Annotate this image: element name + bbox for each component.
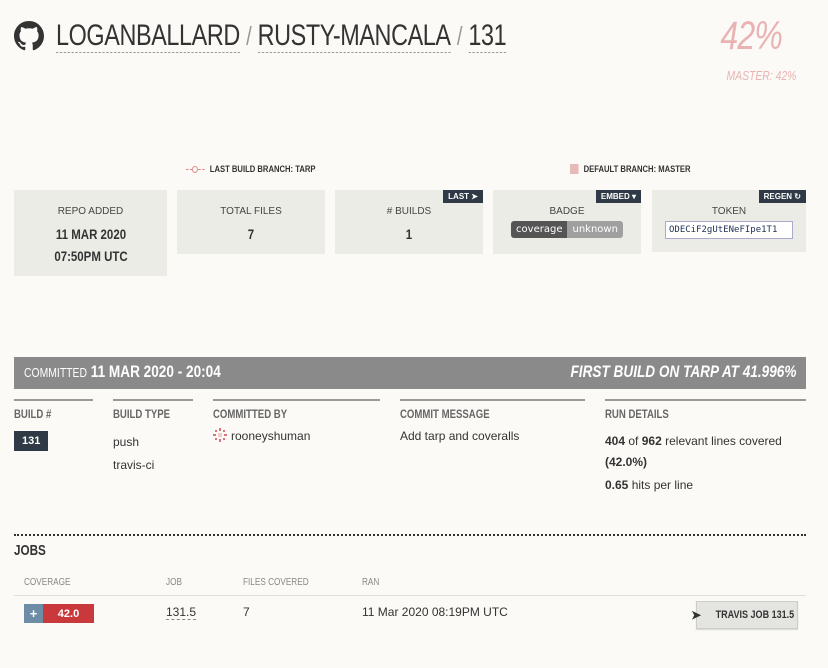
legend-default-branch-label: DEFAULT BRANCH: MASTER [583, 164, 691, 174]
builds-box: LAST ➤ # BUILDS 1 [335, 190, 483, 254]
build-type-col: BUILD TYPE push travis-ci [113, 399, 193, 477]
dashed-line-icon [186, 164, 205, 174]
committed-by-head: COMMITTED BY [213, 407, 288, 421]
total-files-box: TOTAL FILES 7 [177, 190, 325, 254]
repo-link[interactable]: RUSTY-MANCALA [257, 19, 451, 53]
col-files-header: FILES COVERED [243, 577, 309, 588]
build-number-col: BUILD # 131 [14, 399, 93, 451]
build-type-head: BUILD TYPE [113, 407, 171, 421]
job-coverage-badge: + 42.0 [24, 604, 94, 623]
col-job-header: JOB [166, 577, 182, 588]
badge-box: EMBED ▾ BADGE coverage unknown [493, 190, 641, 254]
first-build-info: FIRST BUILD ON TARP AT 41.996% [570, 362, 796, 381]
lines-percent: (42.0%) [605, 455, 648, 469]
github-icon[interactable] [14, 21, 44, 51]
embed-tag[interactable]: EMBED ▾ [595, 190, 641, 203]
jobs-title: JOBS [14, 542, 46, 559]
repo-added-value: 11 MAR 2020 07:50PM UTC [53, 226, 128, 264]
build-type-service: travis-ci [113, 458, 155, 472]
build-type-body: push travis-ci [113, 431, 193, 477]
run-details-head: RUN DETAILS [605, 407, 669, 421]
job-ran-time: 11 Mar 2020 08:19PM UTC [362, 605, 508, 619]
build-number-head: BUILD # [14, 407, 52, 421]
owner-link[interactable]: LOGANBALLARD [56, 19, 240, 53]
master-coverage: MASTER: 42% [726, 68, 796, 83]
badge-right: unknown [567, 221, 623, 238]
avatar [213, 428, 227, 442]
committer-name[interactable]: rooneyshuman [231, 429, 310, 443]
build-type-event: push [113, 435, 140, 449]
table-row-divider [14, 595, 806, 596]
commit-message: Add tarp and coveralls [400, 429, 520, 443]
badge-label: BADGE [549, 206, 585, 217]
lines-covered: 404 of 962 relevant lines covered [605, 434, 782, 448]
arrow-right-circle-icon: ➤ [471, 192, 478, 201]
builds-label: # BUILDS [386, 206, 432, 217]
breadcrumb-separator: / [246, 21, 252, 51]
committed-by-col: COMMITTED BY rooneyshuman [213, 399, 380, 448]
arrow-right-circle-icon: ➤ [691, 608, 702, 622]
job-coverage-value: 42.0 [43, 604, 94, 623]
job-link-cell: 131.5 [166, 605, 197, 620]
legend-last-build-label: LAST BUILD BRANCH: TARP [209, 164, 316, 174]
col-coverage-header: COVERAGE [24, 577, 71, 588]
job-link[interactable]: 131.5 [166, 605, 197, 620]
repo-added-label: REPO ADDED [57, 206, 124, 217]
run-details-body: 404 of 962 relevant lines covered (42.0%… [605, 431, 806, 496]
repo-added-box: REPO ADDED 11 MAR 2020 07:50PM UTC [14, 190, 167, 276]
badge-left: coverage [511, 221, 568, 238]
plus-icon[interactable]: + [24, 604, 43, 623]
col-ran-header: RAN [362, 577, 380, 588]
coverage-badge[interactable]: coverage unknown [511, 221, 623, 238]
commit-message-head: COMMIT MESSAGE [400, 407, 490, 421]
token-label: TOKEN [711, 206, 747, 217]
section-divider [14, 534, 806, 536]
caret-down-icon: ▾ [631, 192, 636, 201]
hits-per-line: 0.65 hits per line [605, 478, 694, 492]
commit-bar: COMMITTED 11 MAR 2020 - 20:04 FIRST BUIL… [14, 357, 806, 389]
token-field[interactable]: ODECiF2gUtENeFIpe1T1 [665, 221, 793, 239]
refresh-icon: ↻ [794, 192, 801, 201]
regen-tag[interactable]: REGEN ↻ [758, 190, 806, 203]
total-files-label: TOTAL FILES [220, 206, 282, 217]
coverage-percent: 42% [720, 14, 782, 58]
legend-default-branch: DEFAULT BRANCH: MASTER [570, 164, 691, 174]
committed-by-body: rooneyshuman [213, 425, 380, 448]
last-build-tag[interactable]: LAST ➤ [443, 190, 483, 203]
build-link[interactable]: 131 [468, 19, 507, 53]
legend-last-build: LAST BUILD BRANCH: TARP [186, 164, 315, 174]
commit-message-col: COMMIT MESSAGE Add tarp and coveralls [400, 399, 585, 448]
committed-date: 11 MAR 2020 - 20:04 [90, 362, 221, 381]
build-number-chip: 131 [14, 431, 49, 451]
total-files-value: 7 [247, 226, 255, 242]
breadcrumb-separator: / [456, 21, 463, 51]
travis-job-button[interactable]: ➤ TRAVIS JOB 131.5 [691, 601, 798, 629]
job-files-covered: 7 [243, 605, 250, 619]
token-box: REGEN ↻ TOKEN ODECiF2gUtENeFIpe1T1 [652, 190, 806, 252]
square-swatch-icon [570, 164, 579, 174]
builds-value: 1 [405, 226, 413, 242]
committed-info: COMMITTED 11 MAR 2020 - 20:04 [24, 362, 221, 382]
repo-header: LOGANBALLARD / RUSTY-MANCALA/131 [14, 16, 633, 56]
committed-label: COMMITTED [24, 365, 87, 380]
run-details-col: RUN DETAILS 404 of 962 relevant lines co… [605, 399, 806, 496]
travis-job-button-label: TRAVIS JOB 131.5 [715, 609, 795, 621]
